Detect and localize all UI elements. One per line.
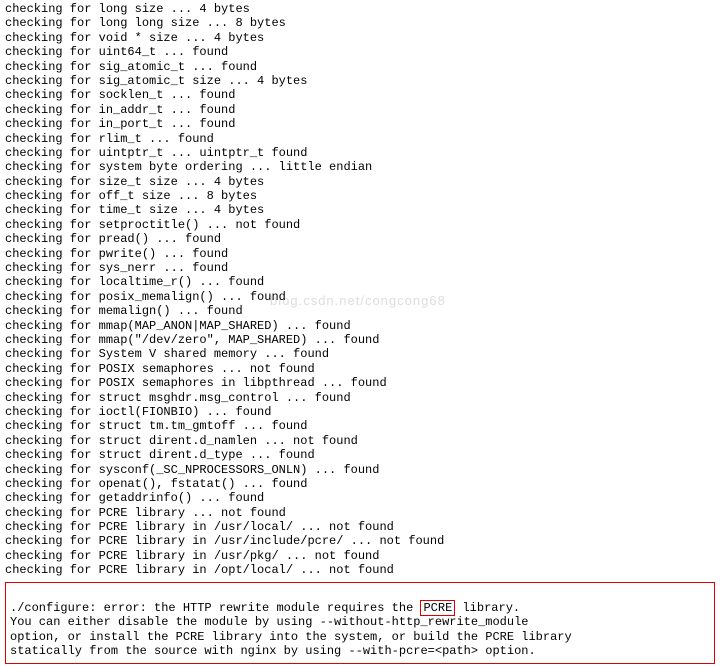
terminal-line: checking for openat(), fstatat() ... fou… — [5, 477, 715, 491]
terminal-line: checking for PCRE library in /usr/includ… — [5, 534, 715, 548]
terminal-output: checking for long size ... 4 byteschecki… — [5, 2, 715, 578]
terminal-line: checking for system byte ordering ... li… — [5, 160, 715, 174]
terminal-line: checking for pwrite() ... found — [5, 247, 715, 261]
terminal-line: checking for sig_atomic_t size ... 4 byt… — [5, 74, 715, 88]
terminal-line: checking for struct tm.tm_gmtoff ... fou… — [5, 419, 715, 433]
terminal-line: checking for PCRE library in /usr/pkg/ .… — [5, 549, 715, 563]
terminal-line: checking for ioctl(FIONBIO) ... found — [5, 405, 715, 419]
terminal-line: checking for struct dirent.d_namlen ... … — [5, 434, 715, 448]
terminal-line: checking for uint64_t ... found — [5, 45, 715, 59]
terminal-line: checking for struct msghdr.msg_control .… — [5, 391, 715, 405]
error-line-1: ./configure: error: the HTTP rewrite mod… — [10, 587, 710, 616]
terminal-line: checking for PCRE library ... not found — [5, 506, 715, 520]
error-prefix: ./configure: error: the HTTP rewrite mod… — [10, 601, 420, 615]
terminal-line: checking for getaddrinfo() ... found — [5, 491, 715, 505]
terminal-line: checking for uintptr_t ... uintptr_t fou… — [5, 146, 715, 160]
terminal-line: checking for mmap(MAP_ANON|MAP_SHARED) .… — [5, 319, 715, 333]
terminal-line: checking for long long size ... 8 bytes — [5, 16, 715, 30]
terminal-line: checking for mmap("/dev/zero", MAP_SHARE… — [5, 333, 715, 347]
terminal-line: checking for socklen_t ... found — [5, 88, 715, 102]
terminal-line: checking for rlim_t ... found — [5, 132, 715, 146]
terminal-line: checking for sys_nerr ... found — [5, 261, 715, 275]
terminal-line: checking for posix_memalign() ... found — [5, 290, 715, 304]
error-suffix1: library. — [455, 601, 520, 615]
error-line-4: statically from the source with nginx by… — [10, 644, 710, 658]
terminal-line: checking for long size ... 4 bytes — [5, 2, 715, 16]
terminal-line: checking for PCRE library in /usr/local/… — [5, 520, 715, 534]
error-line-3: option, or install the PCRE library into… — [10, 630, 710, 644]
terminal-line: checking for PCRE library in /opt/local/… — [5, 563, 715, 577]
terminal-line: checking for in_addr_t ... found — [5, 103, 715, 117]
terminal-line: checking for pread() ... found — [5, 232, 715, 246]
terminal-line: checking for setproctitle() ... not foun… — [5, 218, 715, 232]
pcre-highlight: PCRE — [420, 600, 455, 616]
terminal-line: checking for off_t size ... 8 bytes — [5, 189, 715, 203]
terminal-line: checking for memalign() ... found — [5, 304, 715, 318]
terminal-line: checking for struct dirent.d_type ... fo… — [5, 448, 715, 462]
terminal-line: checking for System V shared memory ... … — [5, 347, 715, 361]
terminal-line: checking for localtime_r() ... found — [5, 275, 715, 289]
terminal-line: checking for POSIX semaphores ... not fo… — [5, 362, 715, 376]
terminal-line: checking for in_port_t ... found — [5, 117, 715, 131]
terminal-line: checking for sysconf(_SC_NPROCESSORS_ONL… — [5, 463, 715, 477]
terminal-line: checking for size_t size ... 4 bytes — [5, 175, 715, 189]
terminal-line: checking for POSIX semaphores in libpthr… — [5, 376, 715, 390]
terminal-line: checking for time_t size ... 4 bytes — [5, 203, 715, 217]
terminal-line: checking for sig_atomic_t ... found — [5, 60, 715, 74]
terminal-line: checking for void * size ... 4 bytes — [5, 31, 715, 45]
configure-error-box: ./configure: error: the HTTP rewrite mod… — [5, 582, 715, 664]
error-line-2: You can either disable the module by usi… — [10, 615, 710, 629]
